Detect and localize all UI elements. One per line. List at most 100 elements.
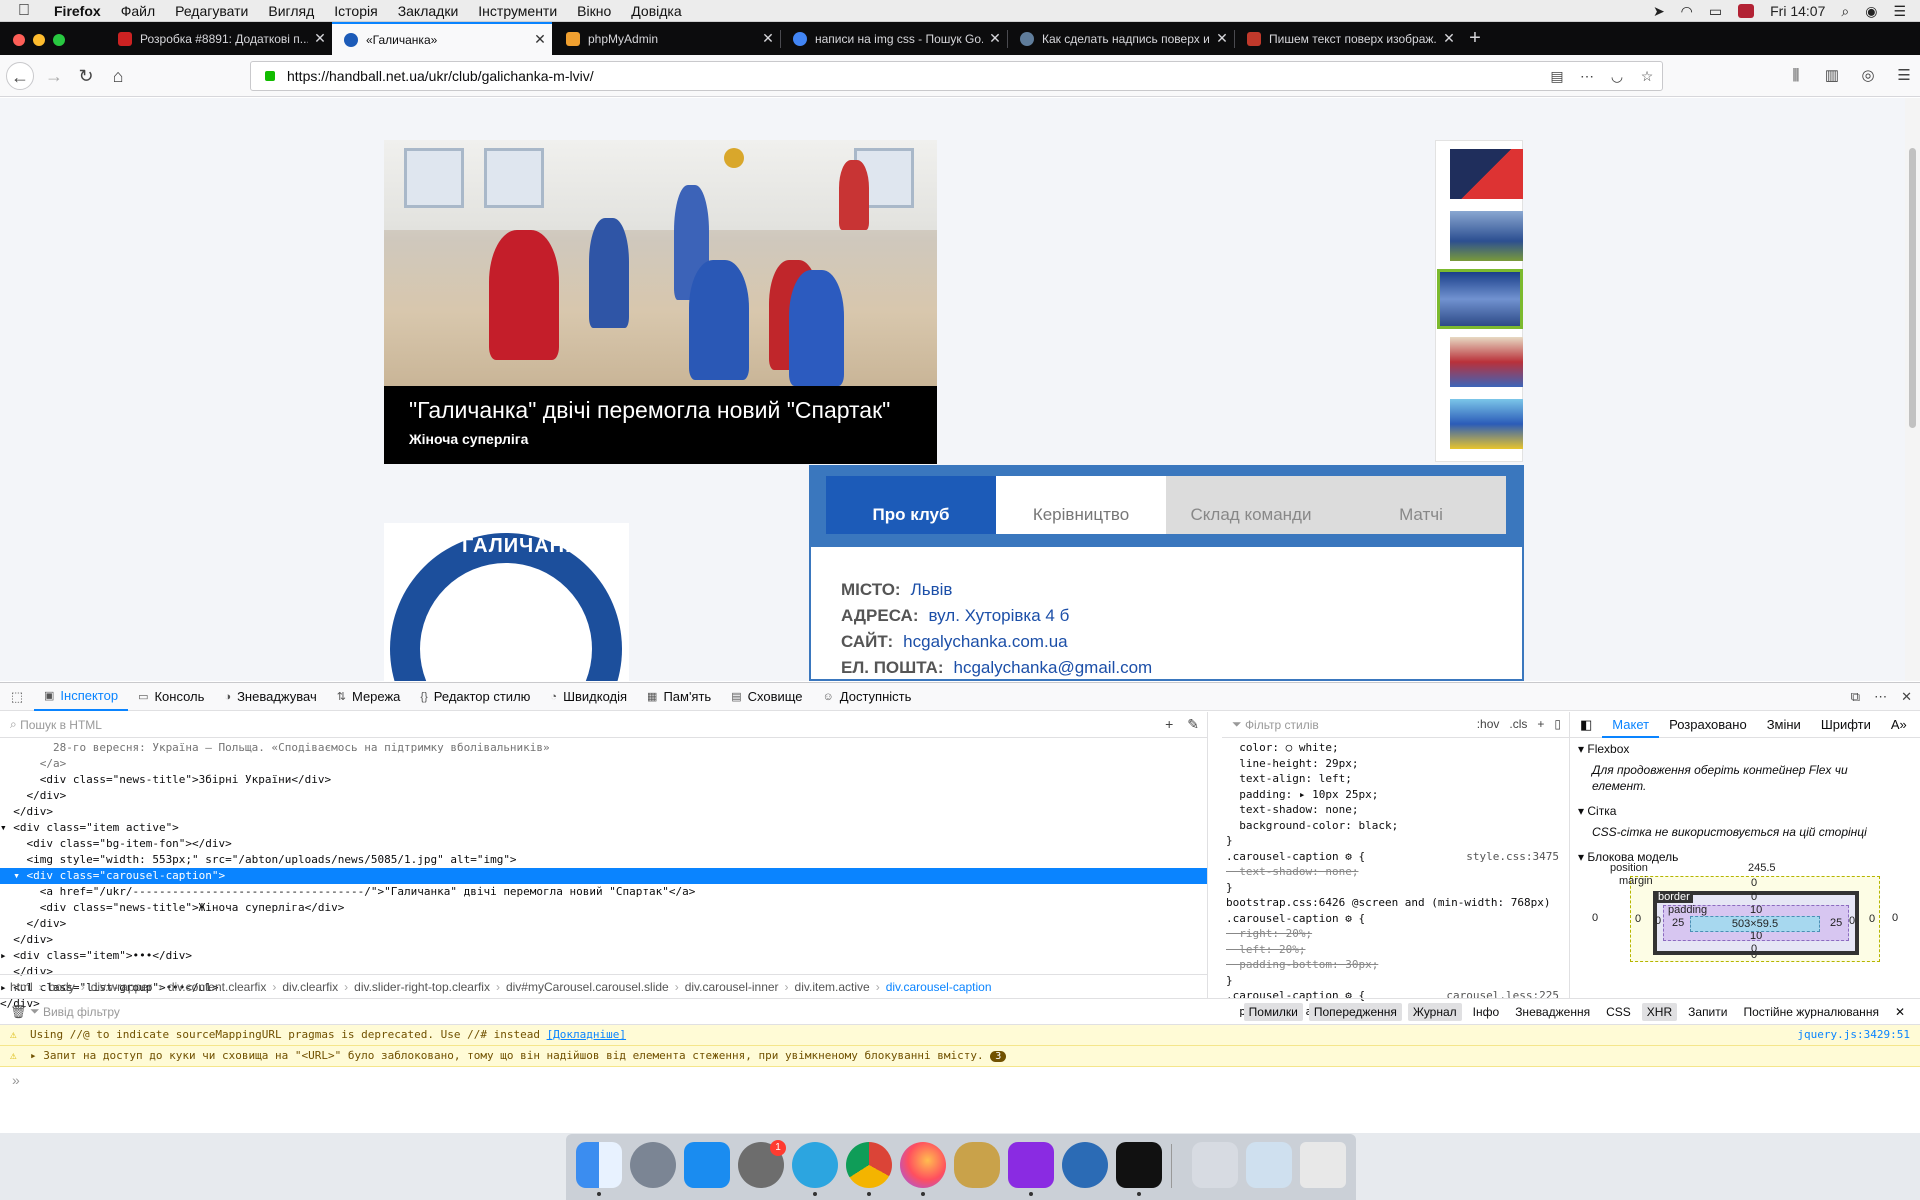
tab-team[interactable]: Склад команди xyxy=(1166,476,1336,534)
firefox-icon[interactable] xyxy=(900,1142,946,1188)
close-devtools-icon[interactable]: ✕ xyxy=(1901,689,1912,705)
breadcrumb-item[interactable]: body xyxy=(49,980,75,994)
breadcrumb-item[interactable]: div.clearfix xyxy=(282,980,338,994)
breadcrumb-item[interactable]: div.wrapper xyxy=(91,980,152,994)
console-filter-6[interactable]: XHR xyxy=(1641,1003,1678,1021)
css-rule-line[interactable]: text-shadow: none; xyxy=(1226,802,1569,818)
markup-line-selected[interactable]: ▾ <div class="carousel-caption"> xyxy=(0,868,1207,884)
markup-line[interactable]: </div> xyxy=(0,788,1207,804)
css-declaration[interactable]: bootstrap.css:6426 @screen and (min-widt… xyxy=(1226,896,1551,909)
breadcrumb-item[interactable]: html xyxy=(10,980,33,994)
thumbnail-1[interactable] xyxy=(1450,149,1523,199)
launchpad-icon[interactable] xyxy=(630,1142,676,1188)
console-filter-5[interactable]: CSS xyxy=(1601,1003,1636,1021)
close-tab-icon[interactable]: ✕ xyxy=(308,30,332,47)
css-rule-line[interactable]: color: ○ white; xyxy=(1226,740,1569,756)
html-search-input[interactable]: Пошук в HTML xyxy=(20,718,102,732)
siri-icon[interactable]: ◉ xyxy=(1865,3,1877,20)
library-icon[interactable]: ⫼ xyxy=(1780,62,1812,90)
tab-layout[interactable]: Макет xyxy=(1602,712,1660,738)
account-icon[interactable]: ◎ xyxy=(1852,62,1884,90)
css-rule-line[interactable]: } xyxy=(1226,833,1569,849)
thumbnail-5[interactable] xyxy=(1450,399,1523,449)
markup-line[interactable]: <div class="news-title">Збірні України</… xyxy=(0,772,1207,788)
thumbnail-4[interactable] xyxy=(1450,337,1523,387)
console-filter-1[interactable]: Попередження xyxy=(1308,1003,1402,1021)
telegram-status-icon[interactable]: ➤ xyxy=(1653,3,1665,20)
console-filter-3[interactable]: Інфо xyxy=(1468,1003,1505,1021)
grid-section[interactable]: ▾ Сітка xyxy=(1570,800,1920,822)
console-filter-0[interactable]: Помилки xyxy=(1243,1003,1303,1021)
css-declaration[interactable]: background-color: black; xyxy=(1226,819,1398,832)
css-rule-line[interactable]: } xyxy=(1226,880,1569,896)
breadcrumb-item[interactable]: div.content.clearfix xyxy=(168,980,267,994)
add-rule-icon[interactable]: + xyxy=(1537,717,1544,731)
css-declaration[interactable]: text-shadow: none; xyxy=(1226,803,1358,816)
tab-galychanka[interactable]: «Галичанка» ✕ xyxy=(332,22,552,55)
terminal-icon[interactable] xyxy=(1116,1142,1162,1188)
markup-line[interactable]: <img style="width: 553px;" src="/abton/u… xyxy=(0,852,1207,868)
console-warning[interactable]: ⚠ Using //@ to indicate sourceMappingURL … xyxy=(0,1025,1920,1046)
app-store-icon[interactable] xyxy=(684,1142,730,1188)
css-rule-line[interactable]: text-shadow: none; xyxy=(1226,864,1569,880)
css-rule-line[interactable]: } xyxy=(1226,973,1569,989)
flexbox-section[interactable]: ▾ Flexbox xyxy=(1570,738,1920,760)
message-source-link[interactable]: jquery.js:3429:51 xyxy=(1797,1025,1910,1045)
tab-computed[interactable]: Розраховано xyxy=(1659,712,1757,738)
hamburger-menu-icon[interactable]: ☰ xyxy=(1888,62,1920,90)
menu-help[interactable]: Довідка xyxy=(631,3,681,19)
markup-line[interactable]: </div> xyxy=(0,916,1207,932)
sequel-pro-icon[interactable] xyxy=(954,1142,1000,1188)
breadcrumb-item[interactable]: div.slider-right-top.clearfix xyxy=(354,980,490,994)
learn-more-link[interactable]: [Докладніше] xyxy=(547,1028,626,1041)
padding-left-value[interactable]: 25 xyxy=(1672,917,1684,929)
email-link[interactable]: hcgalychanka@gmail.com xyxy=(954,658,1153,677)
css-declaration[interactable]: } xyxy=(1226,834,1233,847)
telegram-icon[interactable] xyxy=(792,1142,838,1188)
padding-right-value[interactable]: 25 xyxy=(1830,917,1842,929)
downloads-stack-icon[interactable] xyxy=(1246,1142,1292,1188)
console-warning[interactable]: ⚠ ▸ Запит на доступ до куки чи сховища на… xyxy=(0,1046,1920,1067)
html-search[interactable]: ⌕ Пошук в HTML + ✎ xyxy=(0,712,1207,738)
content-box[interactable]: 503×59.5 xyxy=(1690,916,1820,932)
print-simulation-icon[interactable]: ▯ xyxy=(1554,717,1561,731)
border-left-value[interactable]: 0 xyxy=(1655,915,1661,927)
console-filter-input[interactable]: Вивід фільтру xyxy=(43,1005,120,1019)
secure-lock-icon[interactable] xyxy=(265,71,275,81)
tab-write-text[interactable]: Пишем текст поверх изображ... ✕ xyxy=(1235,22,1461,55)
css-declaration[interactable]: .carousel-caption ⚙ { xyxy=(1226,850,1365,863)
close-window-button[interactable] xyxy=(13,34,25,46)
css-declaration[interactable]: right: 20%; xyxy=(1226,927,1312,940)
element-picker-icon[interactable]: ⬚ xyxy=(0,689,34,705)
carousel-title-link[interactable]: "Галичанка" двічі перемогла новий "Спарт… xyxy=(409,396,912,425)
tab-management[interactable]: Керівництво xyxy=(996,476,1166,534)
pocket-icon[interactable]: ◡ xyxy=(1602,68,1632,85)
menu-tools[interactable]: Інструменти xyxy=(478,3,557,19)
css-declaration[interactable]: padding-bottom: 30px; xyxy=(1226,958,1378,971)
phpstorm-icon[interactable] xyxy=(1008,1142,1054,1188)
css-rule-line[interactable]: left: 20%; xyxy=(1226,942,1569,958)
scrollbar-thumb[interactable] xyxy=(1909,148,1916,428)
tab-changes[interactable]: Зміни xyxy=(1757,712,1811,738)
site-link[interactable]: hcgalychanka.com.ua xyxy=(903,632,1067,651)
markup-line[interactable]: ▾ <div class="item active"> xyxy=(0,820,1207,836)
tab-style-editor[interactable]: {} Редактор стилю xyxy=(410,683,540,711)
close-tab-icon[interactable]: ✕ xyxy=(1437,30,1461,47)
css-rule-line[interactable]: padding-bottom: 30px; xyxy=(1226,957,1569,973)
breadcrumb-item[interactable]: div.carousel-caption xyxy=(886,980,992,994)
page-scrollbar[interactable] xyxy=(1905,98,1920,681)
markup-line[interactable]: </div> xyxy=(0,932,1207,948)
margin-right-value[interactable]: 0 xyxy=(1869,913,1875,925)
rule-source-link[interactable]: style.css:3475 xyxy=(1466,849,1559,865)
thumbnail-3[interactable] xyxy=(1437,269,1523,329)
margin-top-value[interactable]: 0 xyxy=(1751,877,1757,889)
css-declaration[interactable]: left: 20%; xyxy=(1226,943,1305,956)
toggle-sidebar-icon[interactable]: ◧ xyxy=(1570,712,1602,738)
tab-inspector[interactable]: ▣ Інспектор xyxy=(34,683,129,711)
styles-filter[interactable]: ⏷ Фільтр стилів :hov .cls + ▯ xyxy=(1222,712,1569,738)
persist-logs-checkbox[interactable]: Постійне журналювання xyxy=(1738,1003,1883,1021)
tab-fonts[interactable]: Шрифти xyxy=(1811,712,1881,738)
url-bar[interactable]: ⓘ ◈ https://handball.net.ua/ukr/club/gal… xyxy=(250,61,1663,194)
console-filter-4[interactable]: Зневадження xyxy=(1510,1003,1595,1021)
close-tab-icon[interactable]: ✕ xyxy=(756,30,780,47)
